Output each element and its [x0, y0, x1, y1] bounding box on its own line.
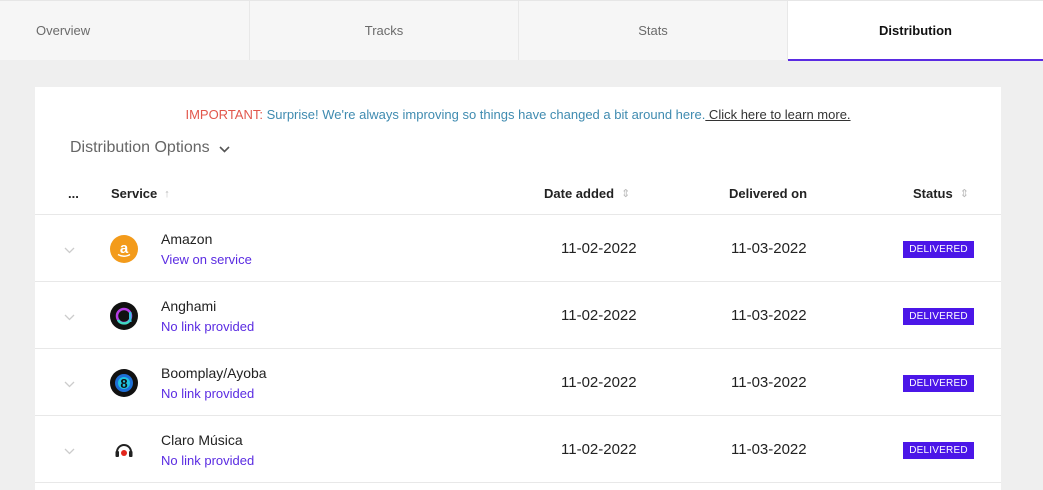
date-added-value: 11-02-2022 — [561, 307, 637, 324]
service-name: Amazon — [161, 231, 213, 247]
distribution-options-dropdown[interactable]: Distribution Options — [70, 138, 230, 158]
status-header-label: Status — [913, 186, 953, 201]
tab-stats[interactable]: Stats — [519, 1, 788, 60]
tab-distribution[interactable]: Distribution — [788, 1, 1043, 61]
delivered-on-value: 11-03-2022 — [731, 307, 807, 324]
service-link[interactable]: No link provided — [161, 386, 254, 401]
sort-icon: ⇕ — [621, 188, 631, 200]
service-link[interactable]: No link provided — [161, 453, 254, 468]
distribution-card: IMPORTANT: Surprise! We're always improv… — [35, 87, 1001, 490]
notice-important-label: IMPORTANT: — [185, 107, 263, 122]
date-added-column-header[interactable]: Date added ⇕ — [544, 186, 630, 201]
expand-row-chevron-icon[interactable] — [64, 308, 75, 326]
svg-text:a: a — [120, 240, 129, 257]
notice-learn-more-link[interactable]: Click here to learn more. — [705, 107, 851, 122]
service-name: Boomplay/Ayoba — [161, 365, 267, 381]
service-link[interactable]: View on service — [161, 252, 252, 267]
notice-banner: IMPORTANT: Surprise! We're always improv… — [35, 107, 1001, 122]
table-row: Anghami No link provided 11-02-2022 11-0… — [35, 282, 1001, 349]
delivered-on-value: 11-03-2022 — [731, 374, 807, 391]
distribution-options-label: Distribution Options — [70, 139, 210, 156]
delivered-on-header-label: Delivered on — [729, 186, 808, 201]
status-column-header[interactable]: Status ⇕ — [913, 186, 969, 201]
expand-row-chevron-icon[interactable] — [64, 241, 75, 259]
expand-row-chevron-icon[interactable] — [64, 375, 75, 393]
claro-musica-icon — [110, 436, 138, 464]
service-column-header[interactable]: Service ↑ — [111, 186, 170, 201]
status-badge: DELIVERED — [903, 241, 974, 258]
service-name: Anghami — [161, 298, 217, 314]
status-badge: DELIVERED — [903, 308, 974, 325]
expand-row-chevron-icon[interactable] — [64, 442, 75, 460]
delivered-on-value: 11-03-2022 — [731, 240, 807, 257]
tab-tracks[interactable]: Tracks — [250, 1, 519, 60]
date-added-value: 11-02-2022 — [561, 240, 637, 257]
tab-bar: Overview Tracks Stats Distribution — [0, 0, 1043, 61]
more-options-header[interactable]: ... — [68, 186, 79, 201]
boomplay-icon: 8 — [110, 369, 138, 397]
service-link[interactable]: No link provided — [161, 319, 254, 334]
table-header: ... Service ↑ Date added ⇕ Delivered on … — [35, 175, 1001, 215]
status-badge: DELIVERED — [903, 442, 974, 459]
anghami-icon — [110, 302, 138, 330]
date-added-value: 11-02-2022 — [561, 374, 637, 391]
service-header-label: Service — [111, 186, 158, 201]
table-row: 8 Boomplay/Ayoba No link provided 11-02-… — [35, 349, 1001, 416]
delivered-on-value: 11-03-2022 — [731, 441, 807, 458]
service-name: Claro Música — [161, 432, 243, 448]
table-row: a Amazon View on service 11-02-2022 11-0… — [35, 215, 1001, 282]
notice-message: Surprise! We're always improving so thin… — [262, 107, 706, 122]
table-row: Claro Música No link provided 11-02-2022… — [35, 416, 1001, 483]
sort-ascending-icon: ↑ — [164, 187, 170, 200]
delivered-on-column-header: Delivered on — [729, 186, 807, 201]
amazon-icon: a — [110, 235, 138, 263]
svg-text:8: 8 — [120, 376, 127, 391]
tab-overview[interactable]: Overview — [0, 1, 250, 60]
date-added-header-label: Date added — [544, 186, 615, 201]
chevron-down-icon — [219, 140, 230, 158]
status-badge: DELIVERED — [903, 375, 974, 392]
sort-icon: ⇕ — [959, 188, 969, 200]
date-added-value: 11-02-2022 — [561, 441, 637, 458]
